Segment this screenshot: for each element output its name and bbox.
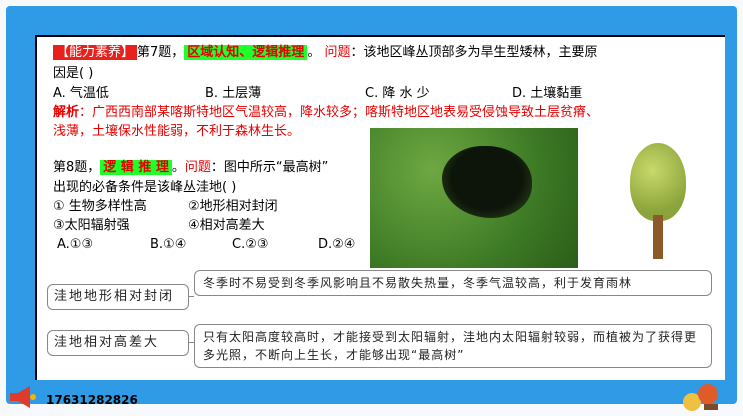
q8-condition-3: ③太阳辐射强: [53, 218, 130, 233]
q8-condition-1: ① 生物多样性高: [53, 199, 147, 214]
q7-option-c: C. 降 水 少: [365, 86, 430, 101]
q8-condition-2: ②地形相对封闭: [188, 199, 278, 214]
q8-stem-line2: 出现的必备条件是该峰丛洼地( ): [53, 180, 237, 195]
q8-dot: 。: [171, 160, 185, 175]
q8-option-a: A.①③: [57, 237, 94, 252]
q7-ask-label: 问题: [324, 45, 351, 60]
q7-skill: 区域认知、逻辑推理: [184, 45, 308, 60]
q8-ask-text: ：图中所示“最高树”: [210, 160, 329, 175]
box-label-height-diff: 洼地相对高差大: [47, 330, 189, 356]
contact-phone: 17631282826: [46, 393, 138, 407]
q8-option-b: B.①④: [150, 237, 187, 252]
q7-header-line: 【能力素养】 第7题， 区域认知、逻辑推理。 问题：该地区峰丛顶部多为旱生型矮林，主…: [53, 44, 598, 62]
q7-ask-text: ：该地区峰丛顶部多为旱生型矮林，主要原: [350, 45, 598, 60]
q7-option-a: A. 气温低: [53, 86, 109, 101]
karst-sinkhole-photo: [370, 128, 578, 268]
q7-stem-line2: 因是( ): [53, 66, 94, 81]
q7-tag: 【能力素养】: [53, 45, 138, 60]
q8-number: 第8题，: [53, 160, 101, 175]
connector-1: [188, 296, 194, 297]
q8-header-line: 第8题，逻 辑 推 理。问题：图中所示“最高树”: [53, 159, 328, 177]
q7-option-d: D. 土壤黏重: [512, 86, 583, 101]
q8-option-d: D.②④: [318, 237, 356, 252]
q8-condition-4: ④相对高差大: [188, 218, 265, 233]
slide-left-border: [35, 35, 37, 380]
sinkhole-opening: [442, 146, 532, 218]
q7-analysis-label: 解析: [53, 105, 80, 120]
q8-option-c: C.②③: [232, 237, 269, 252]
q8-skill: 逻 辑 推 理: [100, 160, 172, 175]
q7-analysis-text1: ：广西西南部某喀斯特地区气温较高，降水较多；喀斯特地区地表易受侵蚀导致土层贫瘠、: [79, 105, 600, 120]
q7-option-b: B. 土层薄: [205, 86, 262, 101]
horn-icon: [10, 386, 36, 408]
q7-analysis-line1: 解析：广西西南部某喀斯特地区气温较高，降水较多；喀斯特地区地表易受侵蚀导致土层贫…: [53, 104, 599, 122]
q8-ask-label: 问题: [184, 160, 211, 175]
box-label-closed-terrain: 洼地地形相对封闭: [47, 284, 189, 310]
box-text-height-diff: 只有太阳高度较高时，才能接受到太阳辐射，洼地内太阳辐射较弱，而植被为了获得更多光…: [194, 324, 712, 368]
slide-top-border: [35, 35, 725, 37]
q7-number: 第7题，: [137, 45, 185, 60]
q7-analysis-line2: 浅薄，土壤保水性能弱，不利于森林生长。: [53, 124, 301, 139]
box-text-closed-terrain: 冬季时不易受到冬季风影响且不易散失热量，冬季气温较高，利于发育雨林: [194, 270, 712, 296]
tree-illustration-icon: [628, 143, 688, 261]
q7-dot: 。: [307, 45, 321, 60]
decoration-icon: [683, 384, 718, 411]
